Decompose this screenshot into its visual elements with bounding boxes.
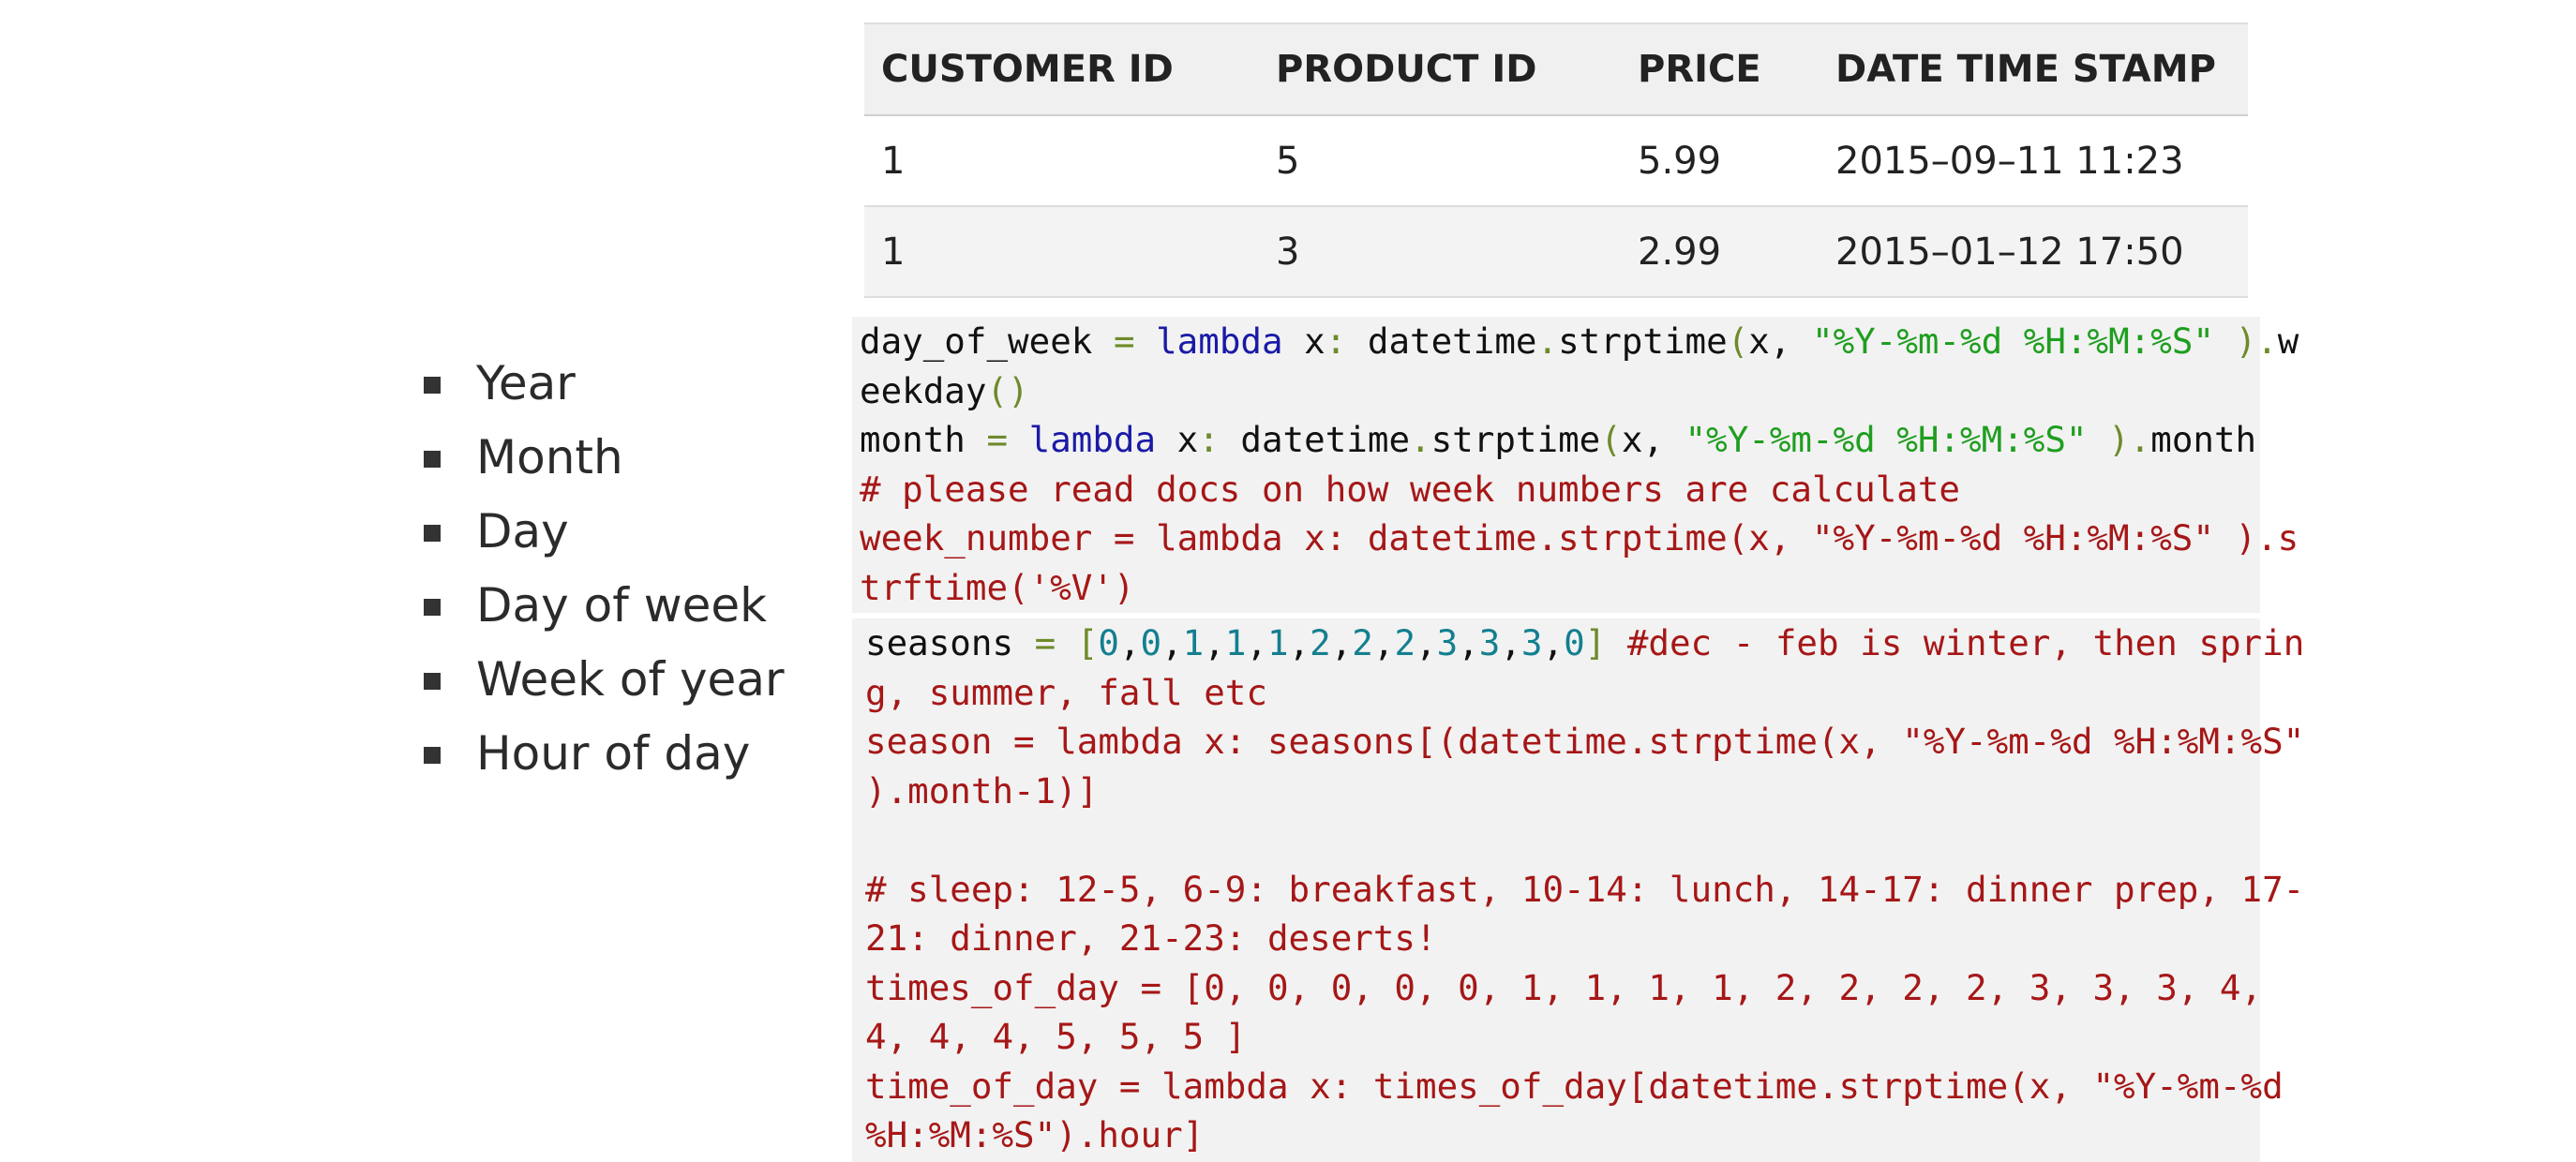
list-item: Day of week (420, 569, 785, 643)
code-line: %H:%M:%S").hour] (865, 1114, 1205, 1155)
code-line: week_number = lambda x: datetime.strptim… (860, 517, 2299, 559)
cell-product-id: 5 (1259, 115, 1621, 207)
list-item-label: Year (476, 356, 576, 410)
list-item: Week of year (420, 643, 785, 717)
feature-list: Year Month Day Day of week Week of year … (420, 347, 785, 791)
list-item: Hour of day (420, 717, 785, 791)
code-line: month = lambda x: datetime.strptime(x, "… (860, 419, 2257, 460)
code-line: # sleep: 12-5, 6-9: breakfast, 10-14: lu… (865, 868, 2305, 910)
cell-customer-id: 1 (864, 115, 1259, 207)
code-line: 21: dinner, 21-23: deserts! (865, 917, 1437, 959)
square-bullet-icon (424, 747, 441, 764)
code-line: season = lambda x: seasons[(datetime.str… (865, 721, 2305, 762)
code-line: eekday() (860, 369, 1029, 411)
square-bullet-icon (424, 377, 441, 394)
transactions-table: CUSTOMER ID PRODUCT ID PRICE DATE TIME S… (864, 22, 2248, 298)
code-line: g, summer, fall etc (865, 671, 1267, 713)
code-block-season-time-of-day: seasons = [0,0,1,1,1,2,2,2,3,3,3,0] #dec… (852, 618, 2305, 1162)
cell-price: 2.99 (1621, 206, 1819, 298)
list-item-label: Day (476, 504, 569, 559)
code-line: time_of_day = lambda x: times_of_day[dat… (865, 1065, 2284, 1107)
code-line: trftime('%V') (860, 566, 1135, 608)
list-item-label: Hour of day (476, 726, 751, 781)
column-header-date-time-stamp: DATE TIME STAMP (1819, 22, 2248, 116)
list-item-label: Day of week (476, 578, 768, 633)
column-header-product-id: PRODUCT ID (1259, 22, 1621, 116)
code-line: seasons = [0,0,1,1,1,2,2,2,3,3,3,0] #dec… (865, 622, 2305, 663)
code-line: 4, 4, 4, 5, 5, 5 ] (865, 1016, 1247, 1057)
list-item-label: Week of year (476, 652, 785, 707)
cell-date-time-stamp: 2015–01–12 17:50 (1819, 206, 2248, 298)
list-item: Year (420, 347, 785, 421)
code-line: ).month-1)] (865, 769, 1099, 812)
cell-customer-id: 1 (864, 206, 1259, 298)
cell-price: 5.99 (1621, 115, 1819, 207)
code-line: day_of_week = lambda x: datetime.strptim… (860, 320, 2299, 362)
code-block-date-features: day_of_week = lambda x: datetime.strptim… (852, 317, 2299, 613)
column-header-price: PRICE (1621, 22, 1819, 116)
cell-product-id: 3 (1259, 206, 1621, 298)
square-bullet-icon (424, 525, 441, 542)
square-bullet-icon (424, 673, 441, 690)
list-item: Day (420, 495, 785, 569)
square-bullet-icon (424, 451, 441, 468)
code-line: times_of_day = [0, 0, 0, 0, 0, 1, 1, 1, … (865, 966, 2263, 1008)
cell-date-time-stamp: 2015–09–11 11:23 (1819, 115, 2248, 207)
list-item-label: Month (476, 430, 623, 484)
square-bullet-icon (424, 599, 441, 616)
table-header-row: CUSTOMER ID PRODUCT ID PRICE DATE TIME S… (864, 22, 2248, 116)
table-row: 1 5 5.99 2015–09–11 11:23 (864, 115, 2248, 207)
list-item: Month (420, 421, 785, 495)
code-line: # please read docs on how week numbers a… (860, 468, 1960, 510)
column-header-customer-id: CUSTOMER ID (864, 22, 1259, 116)
table-row: 1 3 2.99 2015–01–12 17:50 (864, 206, 2248, 298)
